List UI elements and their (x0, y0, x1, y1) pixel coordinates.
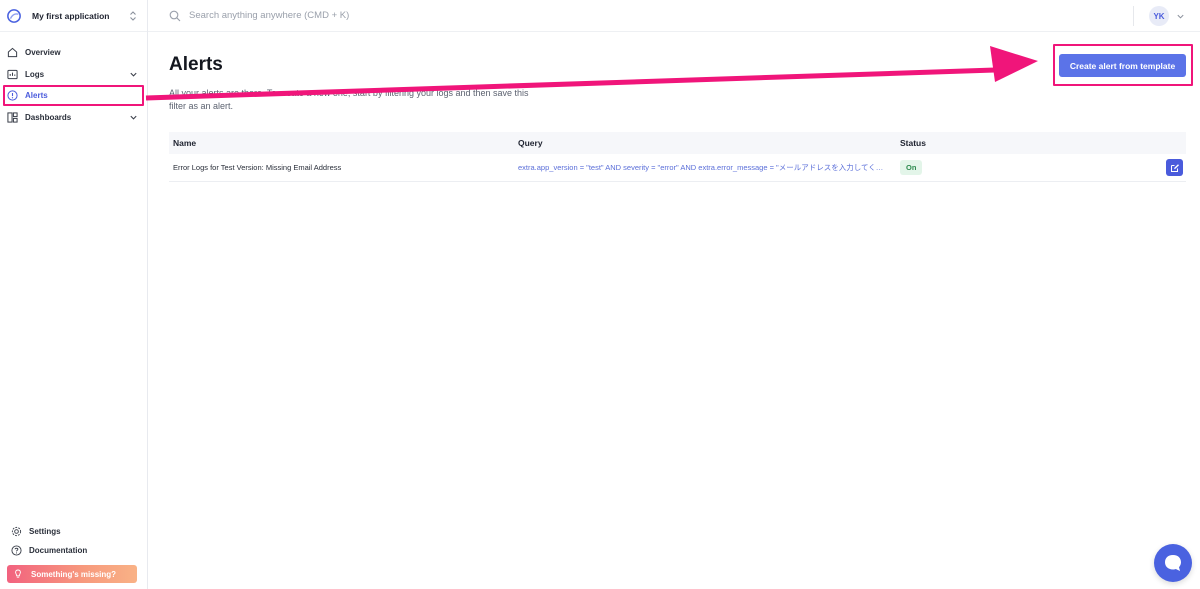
main-content: Alerts All your alerts are there. To cre… (148, 33, 1200, 589)
chevron-down-icon[interactable] (1176, 12, 1185, 21)
chevron-updown-icon[interactable] (129, 10, 137, 22)
sidebar-item-label: Alerts (25, 91, 48, 101)
avatar[interactable]: YK (1149, 6, 1169, 26)
sidebar-bottom: Settings Documentation Something's missi… (0, 522, 147, 589)
sidebar-item-label: Dashboards (25, 112, 72, 122)
alert-status-cell: On (896, 160, 1186, 175)
sidebar: My first application Overview Logs Alert… (0, 0, 148, 589)
sidebar-item-label: Overview (25, 48, 61, 58)
alert-circle-icon (7, 90, 18, 101)
search-input[interactable] (189, 10, 589, 21)
settings-label: Settings (29, 527, 61, 536)
help-circle-icon (11, 545, 22, 556)
app-logo-icon (7, 8, 21, 23)
chat-bubble-icon (1165, 555, 1181, 571)
app-name: My first application (32, 10, 110, 21)
sidebar-item-label: Logs (25, 69, 45, 79)
chevron-down-icon[interactable] (129, 70, 138, 79)
column-header-name[interactable]: Name (169, 138, 514, 148)
edit-icon (1170, 163, 1179, 172)
edit-alert-button[interactable] (1166, 159, 1183, 176)
table-header: Name Query Status (169, 132, 1186, 154)
alert-name: Error Logs for Test Version: Missing Ema… (173, 163, 342, 172)
top-bar: YK (148, 0, 1200, 32)
top-divider (1133, 6, 1134, 26)
something-missing-button[interactable]: Something's missing? (7, 565, 137, 583)
page-description: All your alerts are there. To create a n… (169, 88, 529, 111)
create-alert-from-template-button[interactable]: Create alert from template (1059, 54, 1186, 77)
something-missing-label: Something's missing? (31, 569, 117, 579)
home-icon (7, 47, 18, 58)
gear-icon (11, 526, 22, 537)
chevron-down-icon[interactable] (129, 113, 138, 122)
alerts-table: Name Query Status Error Logs for Test Ve… (169, 132, 1186, 182)
settings-link[interactable]: Settings (7, 522, 137, 541)
alert-query-cell: extra.app_version = "test" AND severity … (514, 162, 896, 173)
sidebar-nav: Overview Logs Alerts Dashboards (0, 32, 147, 128)
column-header-status[interactable]: Status (896, 138, 1186, 148)
dashboard-icon (7, 112, 18, 123)
sidebar-item-overview[interactable]: Overview (0, 42, 147, 64)
documentation-link[interactable]: Documentation (7, 541, 137, 560)
chat-launcher-button[interactable] (1154, 544, 1192, 582)
sidebar-item-logs[interactable]: Logs (0, 64, 147, 86)
sidebar-item-dashboards[interactable]: Dashboards (0, 107, 147, 129)
documentation-label: Documentation (29, 546, 88, 555)
app-switcher[interactable]: My first application (0, 0, 147, 32)
table-row[interactable]: Error Logs for Test Version: Missing Ema… (169, 154, 1186, 182)
search-icon (169, 10, 181, 21)
page-title: Alerts (169, 54, 223, 75)
sidebar-item-alerts[interactable]: Alerts (0, 85, 147, 107)
logs-icon (7, 69, 18, 79)
alert-query[interactable]: extra.app_version = "test" AND severity … (518, 162, 890, 173)
status-badge: On (900, 160, 923, 175)
lightbulb-icon (15, 569, 21, 578)
column-header-query[interactable]: Query (514, 138, 896, 148)
